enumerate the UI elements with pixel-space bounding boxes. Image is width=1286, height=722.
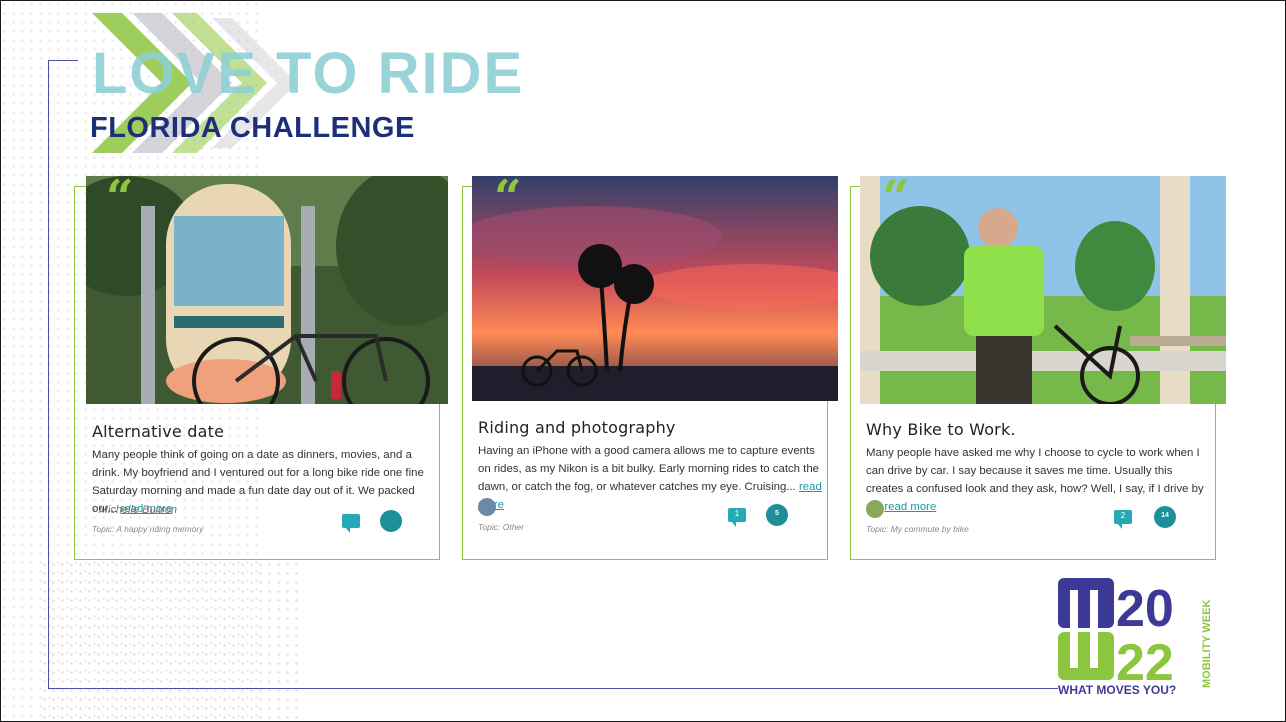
what-moves-you-tagline: WHAT MOVES YOU? <box>1058 683 1176 696</box>
hi5-hand-icon[interactable]: 14 <box>1154 506 1176 528</box>
card-excerpt-text: Having an iPhone with a good camera allo… <box>478 445 820 493</box>
mobility-week-2022-logo: 20 22 MOBILITY WEEK WHAT MOVES YOU? <box>1058 578 1213 696</box>
mobility-week-label: MOBILITY WEEK <box>1201 600 1213 688</box>
guide-line-bottom <box>48 688 1058 689</box>
comment-icon[interactable]: 1 <box>728 508 746 527</box>
story-card[interactable]: “ Riding and photography Having an iPhon… <box>462 170 838 560</box>
florida-challenge-subtitle: FLORIDA CHALLENGE <box>90 112 415 144</box>
card-title[interactable]: Riding and photography <box>478 418 676 437</box>
story-photo[interactable] <box>86 176 448 404</box>
card-excerpt: Many people have asked me why I choose t… <box>866 444 1206 516</box>
card-topic: Topic: Other <box>478 522 524 532</box>
hi5-hand-icon[interactable]: 5 <box>766 504 788 526</box>
hi5-hand-icon[interactable] <box>380 510 402 532</box>
quote-mark-icon: “ <box>106 170 134 226</box>
dot-pattern-bottom <box>40 560 300 722</box>
card-title[interactable]: Alternative date <box>92 422 224 441</box>
read-more-link[interactable]: read more <box>884 501 936 513</box>
avatar[interactable] <box>478 498 496 516</box>
comment-icon[interactable]: 2 <box>1114 510 1132 529</box>
year-top: 20 <box>1116 580 1174 638</box>
quote-mark-icon: “ <box>882 170 910 226</box>
card-topic: Topic: My commute by bike <box>866 524 969 534</box>
story-photo[interactable] <box>860 176 1226 404</box>
story-card[interactable]: “ Why Bike to Work. Many people have ask… <box>850 170 1226 560</box>
story-photo[interactable] <box>472 176 838 401</box>
avatar[interactable] <box>866 500 884 518</box>
card-topic: Topic: A happy riding memory <box>92 524 204 534</box>
story-card[interactable]: “ Alternative date Many people think of … <box>74 170 448 560</box>
card-author: - Michelle Buitron <box>92 504 177 516</box>
card-title[interactable]: Why Bike to Work. <box>866 420 1016 439</box>
quote-mark-icon: “ <box>494 170 522 226</box>
guide-line-left <box>48 60 49 688</box>
comment-icon[interactable] <box>342 514 360 533</box>
love-to-ride-logo-title: LOVE TO RIDE <box>92 41 525 106</box>
